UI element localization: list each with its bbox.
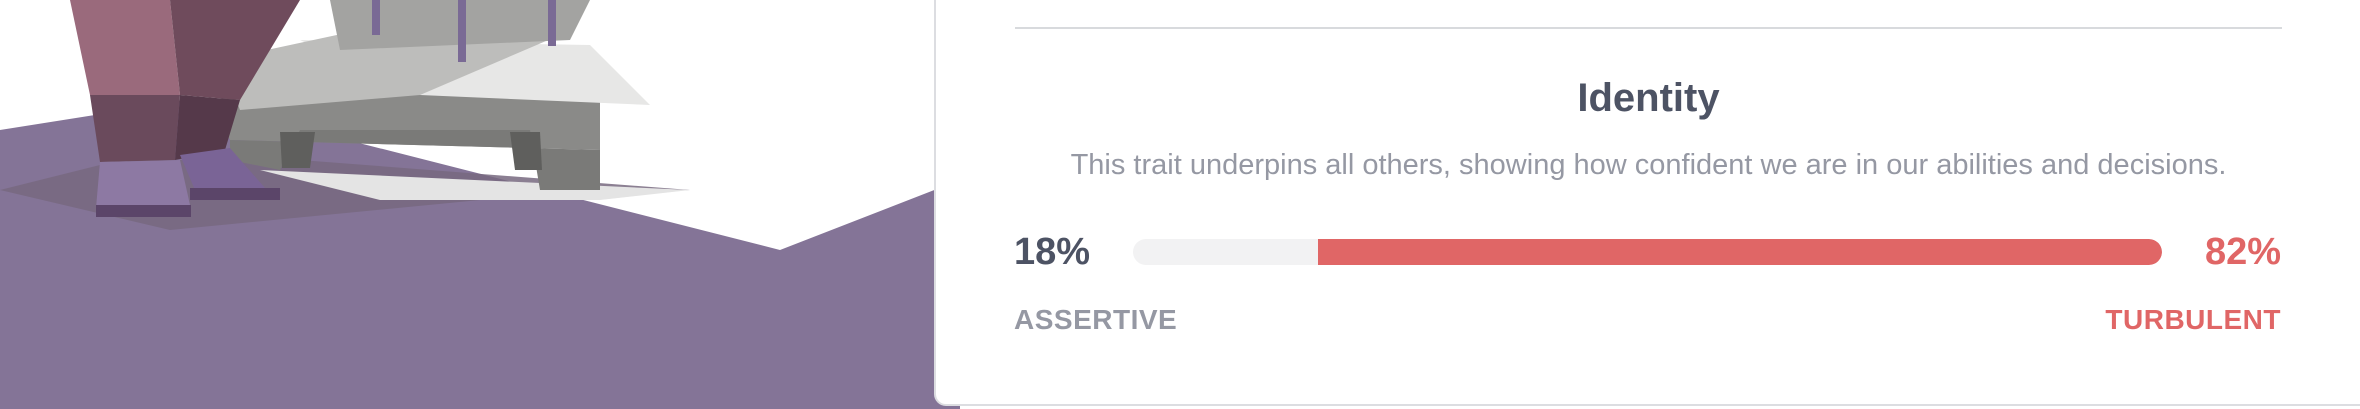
turbulent-percent: 82%	[2204, 231, 2281, 273]
post-2	[458, 0, 466, 62]
trait-bar	[1133, 239, 2162, 265]
post-1	[372, 0, 380, 35]
section-divider	[1015, 27, 2282, 29]
assertive-percent: 18%	[1014, 231, 1091, 273]
foot-shadow-left	[96, 205, 191, 217]
bench-leg-left	[280, 132, 315, 168]
trait-card	[934, 0, 2360, 406]
trait-title: Identity	[1577, 76, 1720, 120]
post-3	[548, 0, 556, 46]
figure-body-left	[70, 0, 180, 100]
assertive-label: ASSERTIVE	[1014, 304, 1178, 335]
foot-shadow-right	[190, 188, 280, 200]
turbulent-fill	[1318, 239, 2162, 265]
figure-foot-left	[96, 160, 190, 208]
trait-description: This trait underpins all others, showing…	[1070, 149, 2227, 181]
turbulent-label: TURBULENT	[2105, 304, 2281, 335]
bench-leg-right	[510, 132, 542, 170]
figure-legs-left	[90, 95, 180, 162]
